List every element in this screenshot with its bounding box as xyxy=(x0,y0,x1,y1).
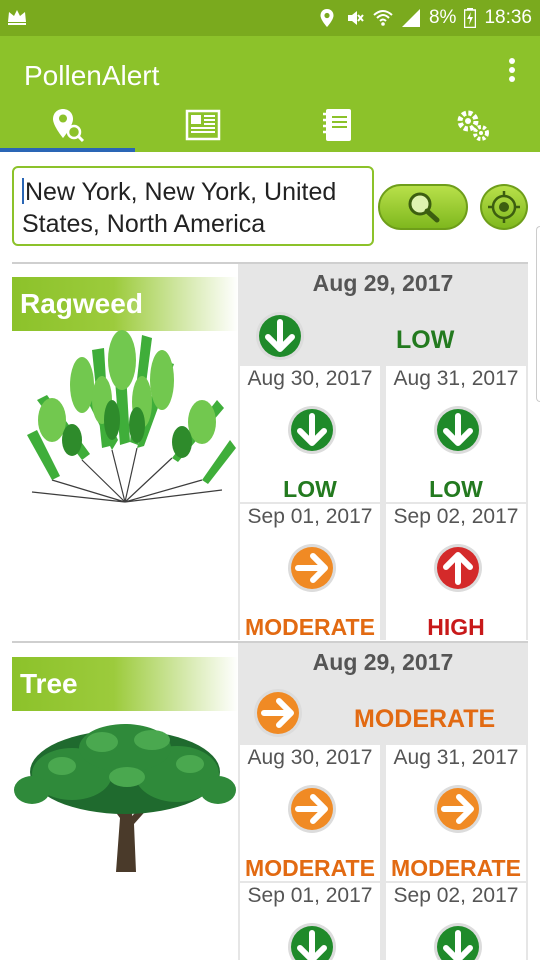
forecast-panel: Aug 29, 2017 MODERATE Aug 30, 2017 MODER… xyxy=(238,643,528,960)
scroll-handle[interactable] xyxy=(536,226,540,402)
arrow-right-icon xyxy=(288,785,336,833)
arrow-down-icon xyxy=(256,312,304,360)
plant-name-label: Tree xyxy=(12,657,238,711)
forecast-level: LOW xyxy=(429,476,483,502)
forecast-level: HIGH xyxy=(427,614,485,640)
forecast-day: Sep 01, 2017 MODERATE xyxy=(240,504,380,640)
arrow-down-icon xyxy=(288,923,336,960)
tab-news[interactable] xyxy=(135,98,270,152)
forecast-day: Aug 31, 2017 LOW xyxy=(386,366,526,502)
ragweed-image xyxy=(27,330,236,503)
tab-settings[interactable] xyxy=(405,98,540,152)
battery-percent: 8% xyxy=(428,7,457,28)
forecast-day: Aug 30, 2017 LOW xyxy=(240,366,380,502)
signal-icon xyxy=(401,9,420,27)
forecast-panel: Aug 29, 2017 LOW Aug 30, 2017 LOW Aug 31… xyxy=(238,264,528,640)
gears-icon xyxy=(457,110,489,141)
today-date: Aug 29, 2017 xyxy=(312,649,454,675)
forecast-date: Sep 02, 2017 xyxy=(393,884,519,907)
arrow-down-icon xyxy=(434,923,482,960)
crown-icon xyxy=(8,10,26,25)
forecast-date: Aug 31, 2017 xyxy=(393,367,519,390)
forecast-day: Aug 30, 2017 MODERATE xyxy=(240,745,380,881)
status-bar: 8% 18:36 xyxy=(0,0,540,36)
arrow-right-icon xyxy=(288,544,336,592)
forecast-level: LOW xyxy=(283,476,337,502)
forecast-level: MODERATE xyxy=(245,614,375,640)
tab-location-search[interactable] xyxy=(0,98,135,152)
location-search-input[interactable]: New York, New York, United States, North… xyxy=(12,166,374,246)
arrow-up-icon xyxy=(434,544,482,592)
search-button[interactable] xyxy=(378,184,468,230)
forecast-day: Sep 02, 2017 xyxy=(386,883,526,960)
arrow-right-icon xyxy=(254,689,302,737)
tree-image xyxy=(14,724,236,872)
wifi-icon xyxy=(373,10,393,26)
overflow-menu-icon[interactable] xyxy=(506,58,518,86)
location-search-value: New York, New York, United States, North… xyxy=(22,178,337,238)
app-title: PollenAlert xyxy=(24,60,160,91)
battery-charging-icon xyxy=(464,8,477,28)
today-date: Aug 29, 2017 xyxy=(312,270,454,296)
arrow-right-icon xyxy=(434,785,482,833)
today-level: MODERATE xyxy=(354,705,496,733)
forecast-date: Sep 02, 2017 xyxy=(393,505,519,528)
arrow-down-icon xyxy=(434,406,482,454)
forecast-level: MODERATE xyxy=(391,855,521,881)
forecast-day: Aug 31, 2017 MODERATE xyxy=(386,745,526,881)
crosshair-icon xyxy=(488,191,520,223)
search-icon xyxy=(408,192,440,223)
location-search-icon xyxy=(52,109,84,143)
text-cursor xyxy=(22,178,24,204)
tab-notes[interactable] xyxy=(270,98,405,152)
location-icon xyxy=(320,9,334,27)
newspaper-icon xyxy=(185,109,220,141)
forecast-date: Aug 30, 2017 xyxy=(247,367,373,390)
forecast-date: Sep 01, 2017 xyxy=(247,884,373,907)
forecast-date: Aug 31, 2017 xyxy=(393,746,519,769)
arrow-down-icon xyxy=(288,406,336,454)
tab-bar xyxy=(0,98,540,152)
app-bar: PollenAlert xyxy=(0,36,540,152)
forecast-date: Sep 01, 2017 xyxy=(247,505,373,528)
forecast-date: Aug 30, 2017 xyxy=(247,746,373,769)
plant-name-label: Ragweed xyxy=(12,277,238,331)
today-level: LOW xyxy=(396,326,455,354)
forecast-day: Sep 02, 2017 HIGH xyxy=(386,504,526,640)
locate-me-button[interactable] xyxy=(480,184,528,230)
mute-icon xyxy=(347,11,364,25)
forecast-day: Sep 01, 2017 xyxy=(240,883,380,960)
notebook-icon xyxy=(322,109,351,141)
clock: 18:36 xyxy=(484,7,532,28)
forecast-level: MODERATE xyxy=(245,855,375,881)
